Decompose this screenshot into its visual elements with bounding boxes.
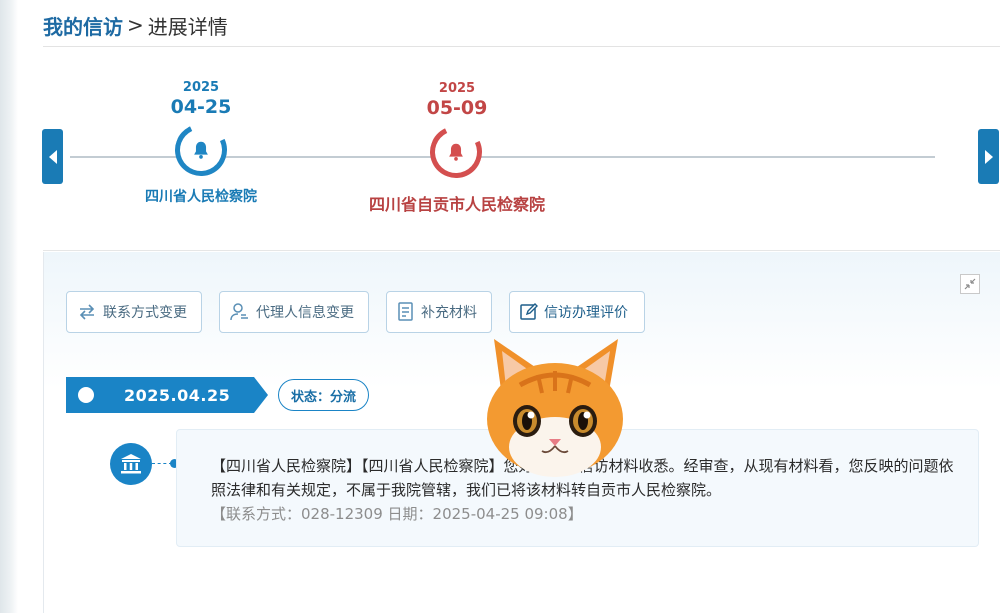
petition-evaluation-label: 信访办理评价 bbox=[544, 305, 628, 321]
record-icon-badge bbox=[110, 443, 152, 485]
cat-sticker bbox=[487, 339, 623, 477]
breadcrumb-root[interactable]: 我的信访 bbox=[43, 11, 123, 40]
timeline-prev-button[interactable] bbox=[42, 129, 63, 184]
timeline-day: 04-25 bbox=[170, 96, 232, 118]
petition-evaluation-button[interactable]: 信访办理评价 bbox=[509, 291, 645, 333]
document-icon bbox=[398, 302, 413, 321]
supplement-materials-label: 补充材料 bbox=[421, 305, 477, 321]
swap-icon bbox=[79, 304, 95, 320]
bank-icon bbox=[121, 454, 141, 474]
breadcrumb-current: 进展详情 bbox=[147, 14, 228, 39]
agent-info-change-label: 代理人信息变更 bbox=[256, 305, 354, 321]
edit-icon bbox=[520, 303, 538, 320]
status-badge: 状态：分流 bbox=[278, 379, 370, 411]
timeline-node-date: 2025 05-09 bbox=[415, 81, 499, 119]
timeline-org[interactable]: 四川省人民检察院 bbox=[128, 186, 274, 206]
connector-line bbox=[152, 463, 172, 464]
timeline-node-marker[interactable] bbox=[422, 118, 490, 186]
timeline-org[interactable]: 四川省自贡市人民检察院 bbox=[357, 191, 557, 215]
record-dot bbox=[78, 387, 94, 403]
supplement-materials-button[interactable]: 补充材料 bbox=[386, 291, 492, 333]
chevron-right-icon bbox=[984, 149, 993, 164]
section-divider bbox=[43, 250, 1000, 251]
breadcrumb: 我的信访 > 进展详情 bbox=[43, 10, 228, 40]
record-date-tab: 2025.04.25 bbox=[66, 377, 268, 413]
collapse-icon[interactable] bbox=[960, 274, 980, 294]
agent-info-change-button[interactable]: 代理人信息变更 bbox=[219, 291, 369, 333]
contact-change-label: 联系方式变更 bbox=[103, 305, 187, 321]
timeline-next-button[interactable] bbox=[978, 129, 999, 184]
contact-change-button[interactable]: 联系方式变更 bbox=[66, 291, 202, 333]
timeline-day: 05-09 bbox=[426, 97, 488, 119]
timeline-year: 2025 bbox=[182, 80, 220, 95]
chevron-left-icon bbox=[48, 149, 57, 164]
bell-icon bbox=[194, 141, 208, 159]
timeline-node-marker[interactable] bbox=[167, 116, 235, 184]
bell-icon bbox=[449, 143, 463, 161]
user-edit-icon bbox=[230, 303, 248, 321]
left-rail bbox=[0, 0, 18, 613]
record-date: 2025.04.25 bbox=[124, 385, 231, 405]
timeline-year: 2025 bbox=[438, 81, 476, 96]
breadcrumb-separator: > bbox=[127, 13, 144, 37]
timeline-node-date: 2025 04-25 bbox=[161, 80, 241, 118]
record-meta: 【联系方式：028-12309 日期：2025-04-25 09:08】 bbox=[211, 505, 583, 523]
header-divider bbox=[43, 46, 1000, 47]
